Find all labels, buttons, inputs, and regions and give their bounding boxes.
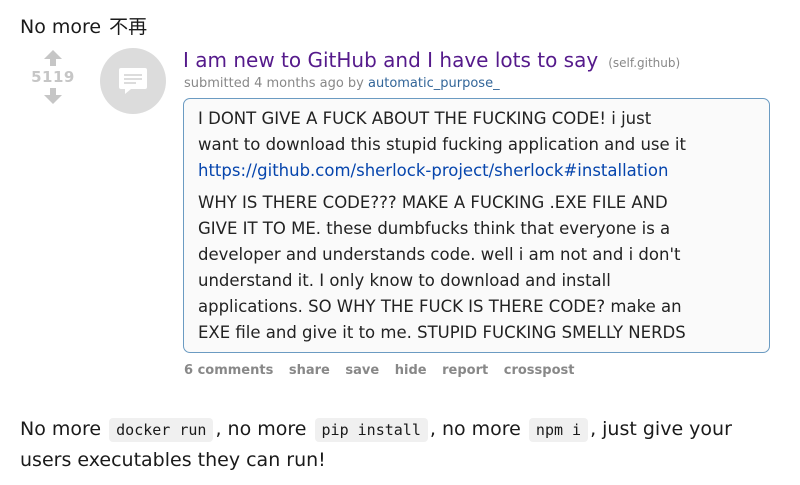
post-title-link[interactable]: I am new to GitHub and I have lots to sa…	[183, 48, 598, 72]
arrow-up-icon[interactable]	[42, 50, 64, 66]
code-npm-i: npm i	[528, 418, 589, 442]
body-line: applications. SO WHY THE FUCK IS THERE C…	[198, 297, 682, 316]
bottom-caption: No more docker run, no more pip install,…	[20, 414, 780, 475]
code-docker-run: docker run	[109, 418, 214, 442]
crosspost-button[interactable]: crosspost	[504, 363, 575, 378]
save-button[interactable]: save	[345, 363, 379, 378]
submitted-text: submitted 4 months ago by	[184, 76, 364, 91]
bottom-text: No more	[20, 418, 102, 440]
bottom-text: , no more	[215, 418, 307, 440]
selftext-body: I DONT GIVE A FUCK ABOUT THE FUCKING COD…	[183, 98, 770, 353]
share-button[interactable]: share	[289, 363, 330, 378]
body-line: I DONT GIVE A FUCK ABOUT THE FUCKING COD…	[198, 109, 652, 128]
body-line: understand it. I only know to download a…	[198, 271, 611, 290]
self-post-icon	[119, 68, 147, 94]
body-line: EXE file and give it to me. STUPID FUCKI…	[198, 323, 686, 342]
post-tagline: submitted 4 months ago by automatic_purp…	[184, 76, 500, 91]
hide-button[interactable]: hide	[395, 363, 427, 378]
body-line: GIVE IT TO ME. these dumbfucks think tha…	[198, 219, 671, 238]
body-line: WHY IS THERE CODE??? MAKE A FUCKING .EXE…	[198, 193, 668, 212]
caption-en: No more	[20, 16, 102, 38]
report-button[interactable]: report	[442, 363, 488, 378]
post-action-buttons: 6 comments share save hide report crossp…	[184, 363, 585, 378]
arrow-down-icon[interactable]	[42, 88, 64, 104]
author-link[interactable]: automatic_purpose_	[368, 76, 500, 91]
body-line: want to download this stupid fucking app…	[198, 135, 686, 154]
vote-column: 5119	[28, 50, 78, 104]
post-title-row: I am new to GitHub and I have lots to sa…	[183, 48, 680, 72]
caption-cjk: 不再	[109, 16, 148, 38]
bottom-text: , no more	[429, 418, 521, 440]
code-pip-install: pip install	[314, 418, 428, 442]
post-domain[interactable]: (self.github)	[608, 56, 680, 70]
vote-score: 5119	[31, 68, 75, 86]
body-line: developer and understands code. well i a…	[198, 245, 681, 264]
caption: No more 不再	[20, 12, 147, 39]
self-post-thumbnail[interactable]	[100, 48, 166, 114]
comments-button[interactable]: 6 comments	[184, 363, 273, 378]
installation-link[interactable]: https://github.com/sherlock-project/sher…	[198, 161, 668, 180]
